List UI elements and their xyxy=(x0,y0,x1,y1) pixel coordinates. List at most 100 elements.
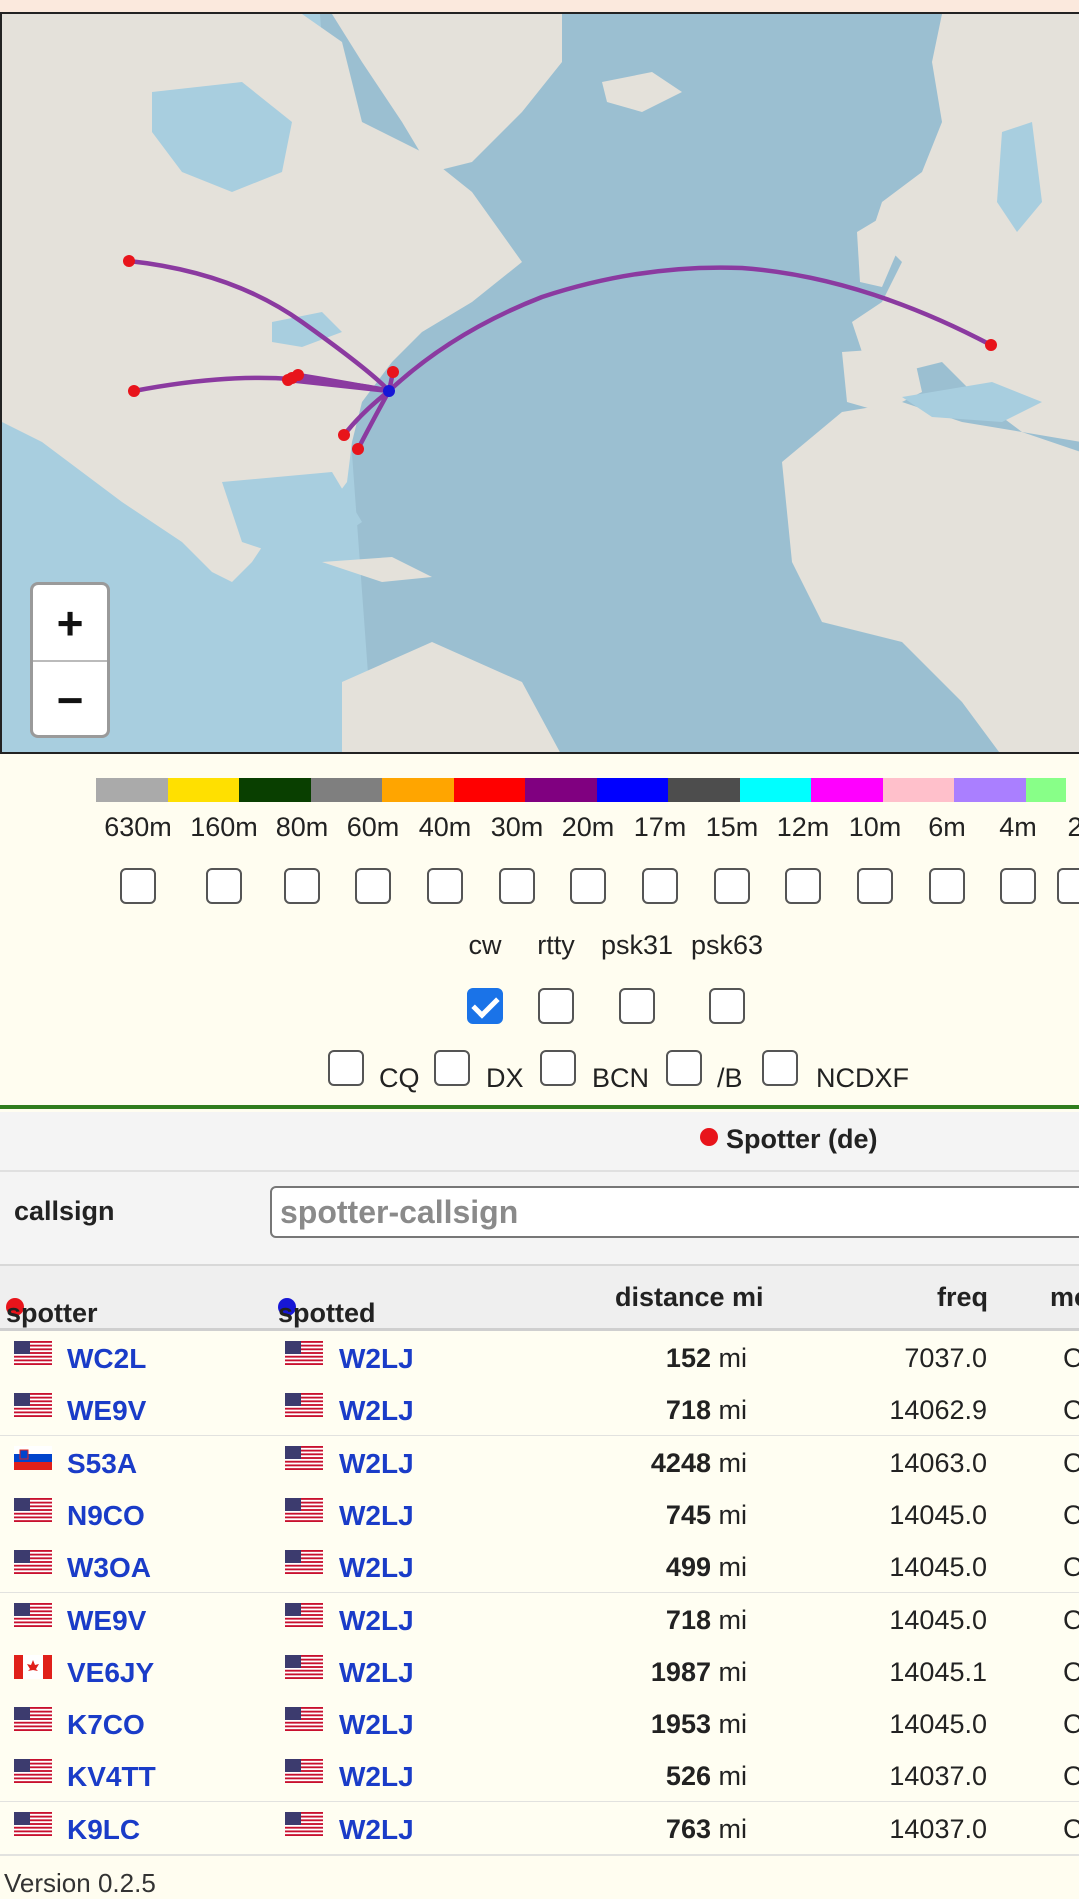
table-row[interactable]: WC2L W2LJ 152 mi 7037.0 C xyxy=(0,1331,1079,1385)
spotter-callsign-link[interactable]: K7CO xyxy=(67,1709,145,1741)
table-row[interactable]: VE6JY W2LJ 1987 mi 14045.1 C xyxy=(0,1644,1079,1699)
spotter-marker[interactable] xyxy=(123,255,135,267)
distance-value: 4248 xyxy=(650,1447,711,1478)
spotted-marker[interactable] xyxy=(383,385,395,397)
spotter-callsign-input[interactable] xyxy=(270,1186,1079,1238)
filter-checkbox-ncdxf[interactable] xyxy=(762,1050,798,1086)
distance-unit: mi xyxy=(718,1656,748,1687)
band-checkbox-30m[interactable] xyxy=(499,868,535,904)
table-row[interactable]: W3OA W2LJ 499 mi 14045.0 C xyxy=(0,1540,1079,1595)
canada-flag-icon xyxy=(14,1654,52,1679)
table-row[interactable]: KV4TT W2LJ 526 mi 14037.0 C xyxy=(0,1749,1079,1804)
spotter-callsign-link[interactable]: WC2L xyxy=(67,1343,146,1375)
spotted-callsign-link[interactable]: W2LJ xyxy=(339,1395,414,1427)
distance-unit: mi xyxy=(718,1813,748,1844)
band-checkbox-160m[interactable] xyxy=(206,868,242,904)
zoom-out-button[interactable]: − xyxy=(33,662,107,737)
spotter-callsign-link[interactable]: KV4TT xyxy=(67,1761,156,1793)
table-row[interactable]: WE9V W2LJ 718 mi 14045.0 C xyxy=(0,1592,1079,1647)
filter-checkbox-bcn[interactable] xyxy=(540,1050,576,1086)
spotted-callsign-link[interactable]: W2LJ xyxy=(339,1343,414,1375)
band-checkbox-40m[interactable] xyxy=(427,868,463,904)
band-checkbox-12m[interactable] xyxy=(785,868,821,904)
filter-label-slash-b: /B xyxy=(717,1063,743,1093)
spotted-callsign-link[interactable]: W2LJ xyxy=(339,1814,414,1846)
filter-label-dx: DX xyxy=(486,1063,524,1093)
mode-cell: C xyxy=(1063,1343,1079,1373)
spotter-callsign-link[interactable]: S53A xyxy=(67,1448,137,1480)
spot-map[interactable]: + − xyxy=(0,12,1079,754)
band-checkbox-10m[interactable] xyxy=(857,868,893,904)
spotted-callsign-link[interactable]: W2LJ xyxy=(339,1657,414,1689)
table-row[interactable]: K7CO W2LJ 1953 mi 14045.0 C xyxy=(0,1697,1079,1752)
band-checkbox-17m[interactable] xyxy=(642,868,678,904)
spotted-callsign-link[interactable]: W2LJ xyxy=(339,1448,414,1480)
col-distance[interactable]: distance mi xyxy=(615,1282,764,1313)
band-label-60m: 60m xyxy=(346,812,400,842)
spotter-callsign-link[interactable]: WE9V xyxy=(67,1605,146,1637)
us-flag-icon xyxy=(14,1497,52,1522)
spotter-marker[interactable] xyxy=(985,339,997,351)
top-strip xyxy=(0,0,1079,12)
us-flag-icon xyxy=(285,1811,323,1836)
slovenia-flag-icon xyxy=(14,1445,52,1470)
spotter-callsign-link[interactable]: N9CO xyxy=(67,1500,145,1532)
filter-checkbox-slash-b[interactable] xyxy=(666,1050,702,1086)
table-row[interactable]: S53A W2LJ 4248 mi 14063.0 C xyxy=(0,1435,1079,1490)
spotter-marker[interactable] xyxy=(387,366,399,378)
col-mode[interactable]: mo xyxy=(1050,1282,1079,1313)
spotted-callsign-link[interactable]: W2LJ xyxy=(339,1761,414,1793)
band-checkbox-2[interactable] xyxy=(1057,868,1079,904)
band-checkbox-4m[interactable] xyxy=(1000,868,1036,904)
mode-cell: C xyxy=(1063,1552,1079,1583)
distance-cell: 745 mi xyxy=(666,1500,747,1531)
spotted-callsign-link[interactable]: W2LJ xyxy=(339,1605,414,1637)
distance-value: 718 xyxy=(665,1604,711,1635)
spotter-marker[interactable] xyxy=(338,429,350,441)
spotter-callsign-link[interactable]: WE9V xyxy=(67,1395,146,1427)
spotter-callsign-link[interactable]: K9LC xyxy=(67,1814,140,1846)
spotted-callsign-link[interactable]: W2LJ xyxy=(339,1552,414,1584)
mode-checkbox-cw[interactable] xyxy=(467,988,503,1024)
col-freq[interactable]: freq xyxy=(937,1282,988,1313)
band-checkbox-60m[interactable] xyxy=(355,868,391,904)
distance-cell: 718 mi xyxy=(666,1605,747,1636)
mode-label-psk31: psk31 xyxy=(600,930,674,960)
spotter-marker[interactable] xyxy=(282,374,294,386)
us-flag-icon xyxy=(285,1759,323,1784)
mode-checkbox-rtty[interactable] xyxy=(538,988,574,1024)
band-checkbox-20m[interactable] xyxy=(570,868,606,904)
map-canvas[interactable] xyxy=(2,14,1079,754)
distance-unit: mi xyxy=(718,1447,748,1478)
mode-checkbox-psk31[interactable] xyxy=(619,988,655,1024)
filter-checkbox-dx[interactable] xyxy=(434,1050,470,1086)
freq-cell: 14045.1 xyxy=(889,1656,987,1687)
band-checkbox-80m[interactable] xyxy=(284,868,320,904)
us-flag-icon xyxy=(285,1550,323,1575)
distance-unit: mi xyxy=(718,1604,748,1635)
spotted-callsign-link[interactable]: W2LJ xyxy=(339,1500,414,1532)
filter-checkbox-cq[interactable] xyxy=(328,1050,364,1086)
mode-label-cw: cw xyxy=(468,930,502,960)
zoom-in-button[interactable]: + xyxy=(33,585,107,662)
mode-checkbox-psk63[interactable] xyxy=(709,988,745,1024)
band-color-swatch xyxy=(382,778,454,802)
mode-cell: C xyxy=(1063,1761,1079,1792)
table-row[interactable]: WE9V W2LJ 718 mi 14062.9 C xyxy=(0,1383,1079,1438)
spotter-marker[interactable] xyxy=(352,443,364,455)
spotter-panel-title: Spotter (de) xyxy=(700,1124,878,1155)
table-row[interactable]: N9CO W2LJ 745 mi 14045.0 C xyxy=(0,1487,1079,1542)
spotter-callsign-link[interactable]: W3OA xyxy=(67,1552,151,1584)
freq-cell: 14037.0 xyxy=(889,1813,987,1844)
band-checkbox-6m[interactable] xyxy=(929,868,965,904)
distance-cell: 152 mi xyxy=(666,1343,747,1374)
spotter-callsign-link[interactable]: VE6JY xyxy=(67,1657,154,1689)
band-checkbox-15m[interactable] xyxy=(714,868,750,904)
band-checkbox-630m[interactable] xyxy=(120,868,156,904)
table-row[interactable]: K9LC W2LJ 763 mi 14037.0 C xyxy=(0,1801,1079,1856)
spotter-marker[interactable] xyxy=(128,385,140,397)
spotted-callsign-link[interactable]: W2LJ xyxy=(339,1709,414,1741)
filter-label-bcn: BCN xyxy=(592,1063,650,1093)
band-label-10m: 10m xyxy=(848,812,902,842)
band-label-20m: 20m xyxy=(561,812,615,842)
